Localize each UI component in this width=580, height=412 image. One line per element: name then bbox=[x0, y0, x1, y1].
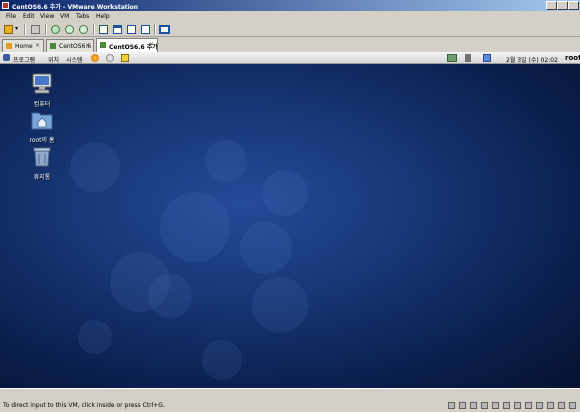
menu-vm[interactable]: VM bbox=[60, 13, 69, 20]
vm-icon bbox=[100, 42, 106, 48]
tab-close-icon[interactable]: × bbox=[85, 42, 90, 49]
desktop-icon-trash[interactable]: 휴지통 bbox=[22, 146, 62, 181]
vm-console[interactable]: 프로그램 위치 시스템 2월 3일 (수) 02:02 root 컴퓨터 roo… bbox=[0, 52, 580, 388]
console-view-icon[interactable] bbox=[159, 25, 170, 34]
floppy-icon[interactable] bbox=[470, 402, 477, 409]
wallpaper-bokeh bbox=[202, 340, 242, 380]
menu-tabs[interactable]: Tabs bbox=[76, 13, 89, 20]
panel-menu-system[interactable]: 시스템 bbox=[66, 55, 83, 64]
quick-switch-icon[interactable] bbox=[113, 25, 122, 34]
window-title: CentOS6.6 추가 - VMware Workstation bbox=[12, 4, 139, 11]
update-notifier-icon[interactable] bbox=[483, 54, 491, 62]
unity-icon[interactable] bbox=[141, 25, 150, 34]
notes-icon[interactable] bbox=[121, 54, 129, 62]
toolbar-separator bbox=[154, 24, 156, 35]
messages-icon[interactable] bbox=[558, 402, 565, 409]
tab-close-icon[interactable]: × bbox=[35, 42, 40, 49]
toolbar-separator bbox=[24, 24, 26, 35]
maximize-button[interactable] bbox=[557, 1, 568, 10]
power-icon[interactable] bbox=[4, 25, 13, 34]
usb-controller-icon[interactable] bbox=[492, 402, 499, 409]
printer-icon[interactable] bbox=[514, 402, 521, 409]
wallpaper-bokeh bbox=[70, 142, 120, 192]
tab-label: Home bbox=[15, 43, 33, 50]
guest-top-panel: 프로그램 위치 시스템 2월 3일 (수) 02:02 root bbox=[0, 52, 580, 64]
tab-strip: Home × CentOS6.6 × CentOS6.6 추가 × bbox=[0, 37, 580, 52]
desktop-icon-label: 휴지통 bbox=[33, 174, 51, 181]
cd-dvd-icon[interactable] bbox=[459, 402, 466, 409]
revert-snapshot-icon[interactable] bbox=[65, 25, 74, 34]
vm-icon bbox=[50, 43, 56, 49]
wallpaper-bokeh bbox=[78, 320, 112, 354]
display-icon[interactable] bbox=[525, 402, 532, 409]
send-ctrl-alt-del-icon[interactable] bbox=[31, 25, 40, 34]
menu-help[interactable]: Help bbox=[96, 13, 110, 20]
close-button[interactable] bbox=[568, 1, 579, 10]
power-dropdown-chevron-icon[interactable]: ▾ bbox=[15, 25, 20, 34]
status-message: To direct input to this VM, click inside… bbox=[3, 402, 165, 409]
vmware-app-icon bbox=[2, 2, 9, 9]
wallpaper-bokeh bbox=[148, 274, 192, 318]
network-icon[interactable] bbox=[447, 54, 457, 62]
wallpaper-bokeh bbox=[252, 277, 308, 333]
snapshot-icon[interactable] bbox=[51, 25, 60, 34]
home-icon bbox=[6, 43, 12, 49]
resize-grip-icon[interactable] bbox=[569, 402, 576, 409]
trash-icon bbox=[33, 147, 51, 167]
panel-menu-applications[interactable]: 프로그램 bbox=[13, 55, 35, 64]
toolbar: ▾ bbox=[0, 22, 580, 37]
full-screen-icon[interactable] bbox=[127, 25, 136, 34]
desktop-icon-label: root의 홈 bbox=[29, 137, 55, 144]
toolbar-separator bbox=[45, 24, 47, 35]
mail-client-icon[interactable] bbox=[106, 54, 114, 62]
firefox-icon[interactable] bbox=[91, 54, 99, 62]
window-titlebar[interactable]: CentOS6.6 추가 - VMware Workstation bbox=[0, 0, 580, 11]
applications-menu-icon bbox=[3, 54, 10, 61]
hard-disk-icon[interactable] bbox=[448, 402, 455, 409]
tab-close-icon[interactable]: × bbox=[149, 41, 154, 48]
tab-centos66[interactable]: CentOS6.6 × bbox=[46, 39, 94, 52]
desktop-icon-label: 컴퓨터 bbox=[33, 101, 51, 108]
network-adapter-icon[interactable] bbox=[481, 402, 488, 409]
wallpaper-bokeh bbox=[240, 222, 292, 274]
desktop-icon-computer[interactable]: 컴퓨터 bbox=[22, 73, 62, 108]
tab-home[interactable]: Home × bbox=[2, 39, 44, 52]
home-folder-icon bbox=[31, 112, 53, 130]
panel-clock[interactable]: 2월 3일 (수) 02:02 bbox=[506, 55, 558, 64]
menu-bar: File Edit View VM Tabs Help bbox=[0, 11, 580, 22]
wallpaper-bokeh bbox=[262, 170, 308, 216]
usb-device-icon[interactable] bbox=[536, 402, 543, 409]
menu-file[interactable]: File bbox=[6, 13, 16, 20]
panel-user[interactable]: root bbox=[565, 54, 580, 62]
snapshot-manager-icon[interactable] bbox=[79, 25, 88, 34]
wallpaper-bokeh bbox=[160, 192, 230, 262]
menu-edit[interactable]: Edit bbox=[23, 13, 35, 20]
toolbar-separator bbox=[93, 24, 95, 35]
show-library-icon[interactable] bbox=[99, 25, 108, 34]
shared-folders-icon[interactable] bbox=[547, 402, 554, 409]
wallpaper-bokeh bbox=[205, 140, 247, 182]
minimize-button[interactable] bbox=[546, 1, 557, 10]
computer-icon bbox=[32, 73, 52, 94]
status-bar: To direct input to this VM, click inside… bbox=[0, 388, 580, 412]
tab-centos66-added[interactable]: CentOS6.6 추가 × bbox=[96, 38, 158, 52]
menu-view[interactable]: View bbox=[40, 13, 54, 20]
desktop-icon-home-folder[interactable]: root의 홈 bbox=[22, 109, 62, 144]
sound-card-icon[interactable] bbox=[503, 402, 510, 409]
panel-menu-places[interactable]: 위치 bbox=[48, 55, 59, 64]
volume-icon[interactable] bbox=[465, 54, 471, 62]
